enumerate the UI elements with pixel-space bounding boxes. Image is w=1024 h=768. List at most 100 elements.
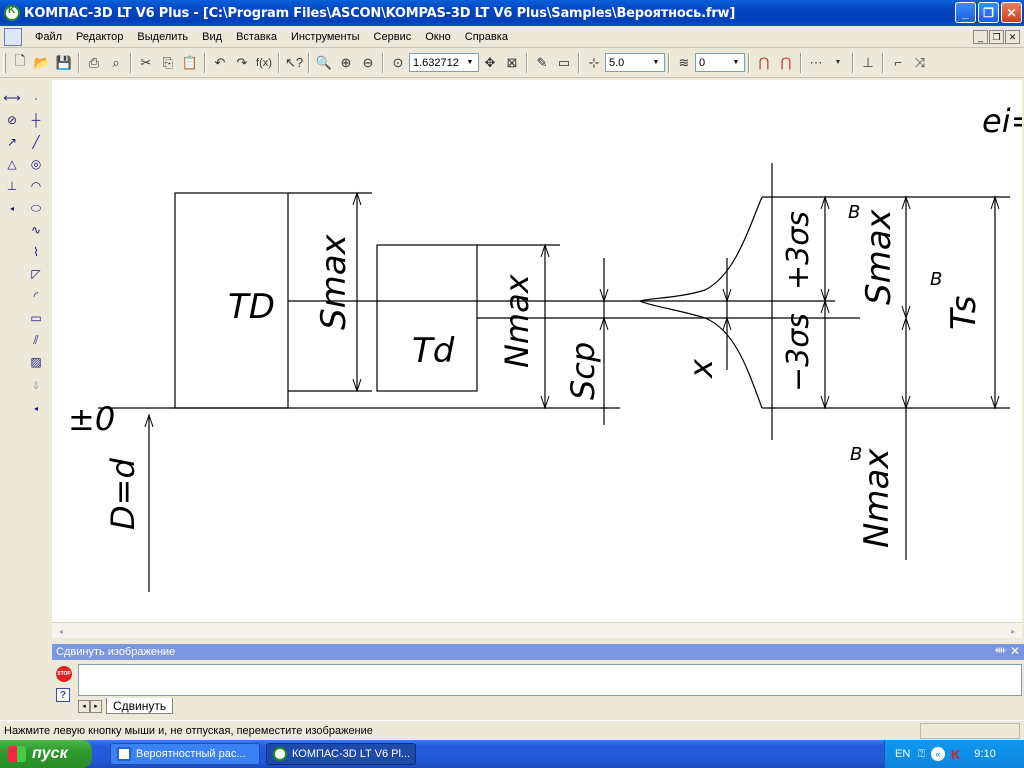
task-word[interactable]: Вероятностный рас... <box>110 743 260 765</box>
menu-view[interactable]: Вид <box>195 31 229 43</box>
zoom-in-icon[interactable]: ⊕ <box>335 52 357 74</box>
tab-move[interactable]: Сдвинуть <box>106 698 174 714</box>
snap-icon[interactable]: ⋂ <box>753 52 775 74</box>
task-kompas[interactable]: КОМПАС-3D LT V6 Pl... <box>266 743 416 765</box>
spline-icon[interactable]: ∿ <box>26 220 46 240</box>
grid-icon[interactable]: ⋯ <box>805 52 827 74</box>
print-icon[interactable]: ⎙ <box>83 52 105 74</box>
doc-close-button[interactable]: ✕ <box>1005 30 1020 44</box>
copy-icon[interactable]: ⎘ <box>157 52 179 74</box>
undo-icon[interactable]: ↶ <box>209 52 231 74</box>
label-Scp: Scp <box>564 342 602 400</box>
tab-prev-icon[interactable]: ◂ <box>78 699 90 713</box>
ellipse-icon[interactable]: ⬭ <box>26 198 46 218</box>
drawing-canvas[interactable]: TD Td Smax Nmax Scp x +3σs −3σs Smax B T… <box>52 80 1022 622</box>
chamfer-icon[interactable]: ◸ <box>26 264 46 284</box>
toolbar-separator <box>526 52 528 73</box>
arc-icon[interactable]: ◠ <box>26 176 46 196</box>
pan-icon[interactable]: ✥ <box>479 52 501 74</box>
snap-settings-icon[interactable]: ⋂ <box>775 52 797 74</box>
scroll-right-icon[interactable]: ▸ <box>1007 625 1019 637</box>
doc-restore-button[interactable]: ❐ <box>989 30 1004 44</box>
preview-icon[interactable]: ⌕ <box>105 52 127 74</box>
tray-help-icon[interactable]: ⍰ <box>918 748 925 761</box>
new-document-icon[interactable]: 🗋 <box>9 52 31 74</box>
grid-dropdown-icon[interactable]: ▼ <box>827 52 849 74</box>
symbols-icon[interactable]: ⊥ <box>2 176 22 196</box>
toolbar-separator <box>578 52 580 73</box>
tray-kaspersky-icon[interactable]: K <box>951 747 960 762</box>
aux-line-icon[interactable]: ┼ <box>26 110 46 130</box>
chevron-down-icon[interactable]: ▼ <box>729 55 743 70</box>
layer-combo[interactable]: 0 ▼ <box>695 53 745 72</box>
start-button[interactable]: пуск <box>0 740 92 768</box>
round-icon[interactable]: ⤨ <box>909 52 931 74</box>
paste-icon[interactable]: 📋 <box>179 52 201 74</box>
tab-next-icon[interactable]: ▸ <box>90 699 102 713</box>
tray-expand-icon[interactable]: « <box>930 747 945 761</box>
dimensions-icon[interactable]: ⟷ <box>2 88 22 108</box>
doc-minimize-button[interactable]: _ <box>973 30 988 44</box>
zoom-combo[interactable]: 1.632712 ▼ <box>409 53 479 72</box>
ortho-icon[interactable]: ⌐ <box>887 52 909 74</box>
segment-icon[interactable]: ╱ <box>26 132 46 152</box>
help-pointer-icon[interactable]: ↖? <box>283 52 305 74</box>
menu-file[interactable]: Файл <box>28 31 69 43</box>
circle-icon[interactable]: ◎ <box>26 154 46 174</box>
zoom-out-icon[interactable]: ⊖ <box>357 52 379 74</box>
menu-insert[interactable]: Вставка <box>229 31 284 43</box>
zoom-icon[interactable]: 🔍 <box>313 52 335 74</box>
pin-icon[interactable]: ᚓ <box>995 645 1007 656</box>
redo-icon[interactable]: ↷ <box>231 52 253 74</box>
restore-button[interactable]: ❐ <box>978 2 999 23</box>
menu-window[interactable]: Окно <box>418 31 458 43</box>
regenerate-icon[interactable]: ✎ <box>531 52 553 74</box>
chevron-down-icon[interactable]: ▼ <box>463 55 477 70</box>
horizontal-scrollbar[interactable]: ◂ ▸ <box>52 622 1022 638</box>
kompas-app-icon <box>4 5 20 21</box>
fillet-icon[interactable]: ◜ <box>26 286 46 306</box>
chevron-down-icon[interactable]: ▼ <box>649 55 663 70</box>
measure-icon[interactable]: △ <box>2 154 22 174</box>
panel-collapse-icon[interactable]: ◂ <box>26 398 46 418</box>
kompas-icon <box>273 747 287 761</box>
drawing-svg[interactable]: TD Td Smax Nmax Scp x +3σs −3σs Smax B T… <box>52 80 1022 622</box>
rectangle-icon[interactable]: ▭ <box>26 308 46 328</box>
label-ei: ei= <box>982 102 1022 140</box>
local-cs-icon[interactable]: ⊥ <box>857 52 879 74</box>
panel-title: Сдвинуть изображение <box>56 646 176 658</box>
document-icon[interactable] <box>4 27 22 46</box>
menu-edit[interactable]: Редактор <box>69 31 130 43</box>
layers-icon[interactable]: ≋ <box>673 52 695 74</box>
language-indicator[interactable]: EN <box>895 748 910 760</box>
fit-window-icon[interactable]: ⊠ <box>501 52 523 74</box>
display-icon[interactable]: ▭ <box>553 52 575 74</box>
panel-header: Сдвинуть изображение ᚓ ✕ <box>52 644 1024 660</box>
menu-service[interactable]: Сервис <box>367 31 419 43</box>
help-icon[interactable]: ? <box>56 688 70 702</box>
geometry-icon[interactable]: ⊘ <box>2 110 22 130</box>
menu-tools[interactable]: Инструменты <box>284 31 367 43</box>
close-button[interactable]: ✕ <box>1001 2 1022 23</box>
save-icon[interactable]: 💾 <box>53 52 75 74</box>
minimize-button[interactable]: _ <box>955 2 976 23</box>
panel-close-icon[interactable]: ✕ <box>1010 644 1020 658</box>
point-icon[interactable]: · <box>26 88 46 108</box>
edit-icon[interactable]: ↗ <box>2 132 22 152</box>
toolbar-grip[interactable] <box>3 52 6 73</box>
open-folder-icon[interactable]: 📂 <box>31 52 53 74</box>
polyline-icon[interactable]: ⌇ <box>26 242 46 262</box>
cut-icon[interactable]: ✂ <box>135 52 157 74</box>
zoom-scale-icon[interactable]: ⊙ <box>387 52 409 74</box>
panel-arrow-icon[interactable]: ⇩ <box>26 376 46 396</box>
function-icon[interactable]: f(x) <box>253 52 275 74</box>
menu-select[interactable]: Выделить <box>130 31 195 43</box>
stop-icon[interactable]: STOP <box>56 666 72 682</box>
step-combo[interactable]: 5.0 ▼ <box>605 53 665 72</box>
menu-help[interactable]: Справка <box>458 31 515 43</box>
hatch-icon[interactable]: ▨ <box>26 352 46 372</box>
collapse-arrow-icon[interactable]: ◂ <box>2 198 22 218</box>
scroll-left-icon[interactable]: ◂ <box>55 625 67 637</box>
equidistant-icon[interactable]: ⫽ <box>26 330 46 350</box>
step-cursor-icon[interactable]: ⊹ <box>583 52 605 74</box>
